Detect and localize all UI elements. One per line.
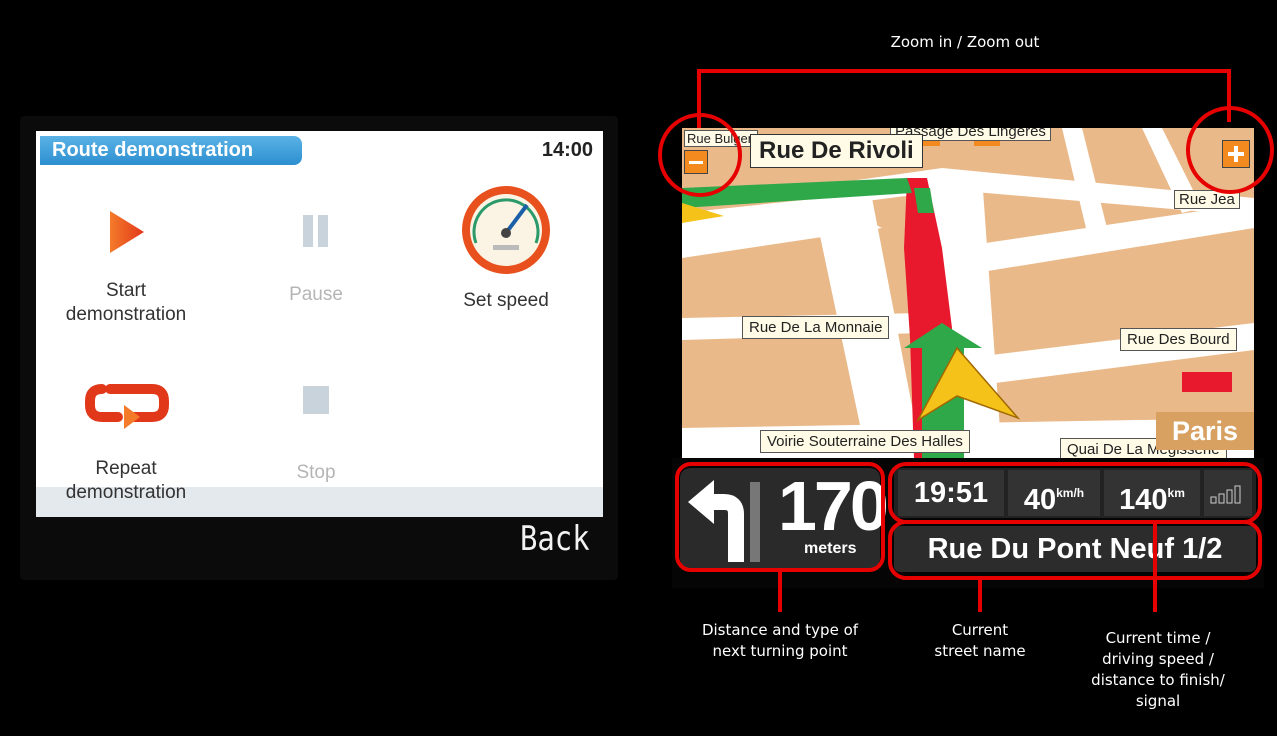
speedometer-icon: [462, 186, 550, 274]
driving-speed: 40km/h: [1008, 470, 1100, 516]
distance-to-finish-value: 140: [1119, 484, 1168, 516]
top-street-label: Rue De Rivoli: [750, 134, 923, 168]
plus-icon: [1228, 146, 1244, 162]
menu-clock: 14:00: [541, 139, 593, 161]
zoom-annotation: Zoom in / Zoom out: [890, 33, 1040, 51]
signal-cell: [1204, 470, 1252, 516]
current-time: 19:51: [898, 470, 1004, 516]
stop-label: Stop: [296, 462, 336, 483]
zoom-in-button[interactable]: [1222, 140, 1250, 168]
turn-annotation: Distance and type of next turning point: [701, 621, 859, 660]
distance-to-finish: 140km: [1104, 470, 1200, 516]
menu-title: Route demonstration: [40, 136, 302, 165]
driving-speed-value: 40: [1023, 484, 1057, 516]
map-graphics: [682, 128, 1254, 458]
turn-distance-value: 170: [778, 467, 889, 545]
status-annotation: Current time / driving speed / distance …: [1091, 629, 1225, 710]
repeat-demonstration-label: Repeat demonstration: [65, 458, 187, 503]
back-button[interactable]: Back: [520, 519, 590, 559]
turn-left-icon: [688, 480, 760, 562]
play-icon: [110, 211, 144, 253]
signal-bars-icon: [1210, 485, 1241, 504]
set-speed-label: Set speed: [463, 290, 549, 311]
set-speed-button[interactable]: Set speed: [416, 183, 596, 313]
driving-speed-unit: km/h: [1056, 486, 1085, 500]
street-annotation: Current street name: [934, 621, 1026, 660]
map-label-top-left: Rue Bulgen: [684, 130, 758, 147]
zoom-out-button[interactable]: [684, 150, 708, 174]
start-demonstration-label: Start demonstration: [65, 280, 187, 325]
stop-icon: [303, 386, 329, 414]
repeat-icon: [85, 384, 169, 429]
city-label: Paris: [1156, 412, 1254, 450]
distance-to-finish-unit: km: [1167, 486, 1185, 500]
start-demonstration-button[interactable]: Start demonstration: [36, 209, 216, 327]
pause-label: Pause: [289, 284, 343, 305]
map-label-voirie: Voirie Souterraine Des Halles: [760, 430, 970, 453]
map-label-bourd: Rue Des Bourd: [1120, 328, 1237, 351]
pause-icon: [303, 215, 328, 247]
minus-icon: [689, 161, 703, 164]
pause-button[interactable]: Pause: [226, 215, 406, 307]
map-label-monnaie: Rue De La Monnaie: [742, 316, 890, 339]
turn-distance-unit: meters: [804, 540, 857, 557]
repeat-demonstration-button[interactable]: Repeat demonstration: [36, 379, 216, 505]
current-street-name: Rue Du Pont Neuf 1/2: [894, 526, 1256, 572]
navigation-map[interactable]: Rue Bulgen Passage Des Lingères Rue Jea …: [682, 128, 1254, 458]
zoom-bracket-line: [697, 69, 1231, 128]
route-demo-screen: Route demonstration 14:00 Start demonstr…: [36, 131, 603, 517]
map-label-rue-jea: Rue Jea: [1174, 190, 1240, 209]
stop-button[interactable]: Stop: [226, 385, 406, 485]
